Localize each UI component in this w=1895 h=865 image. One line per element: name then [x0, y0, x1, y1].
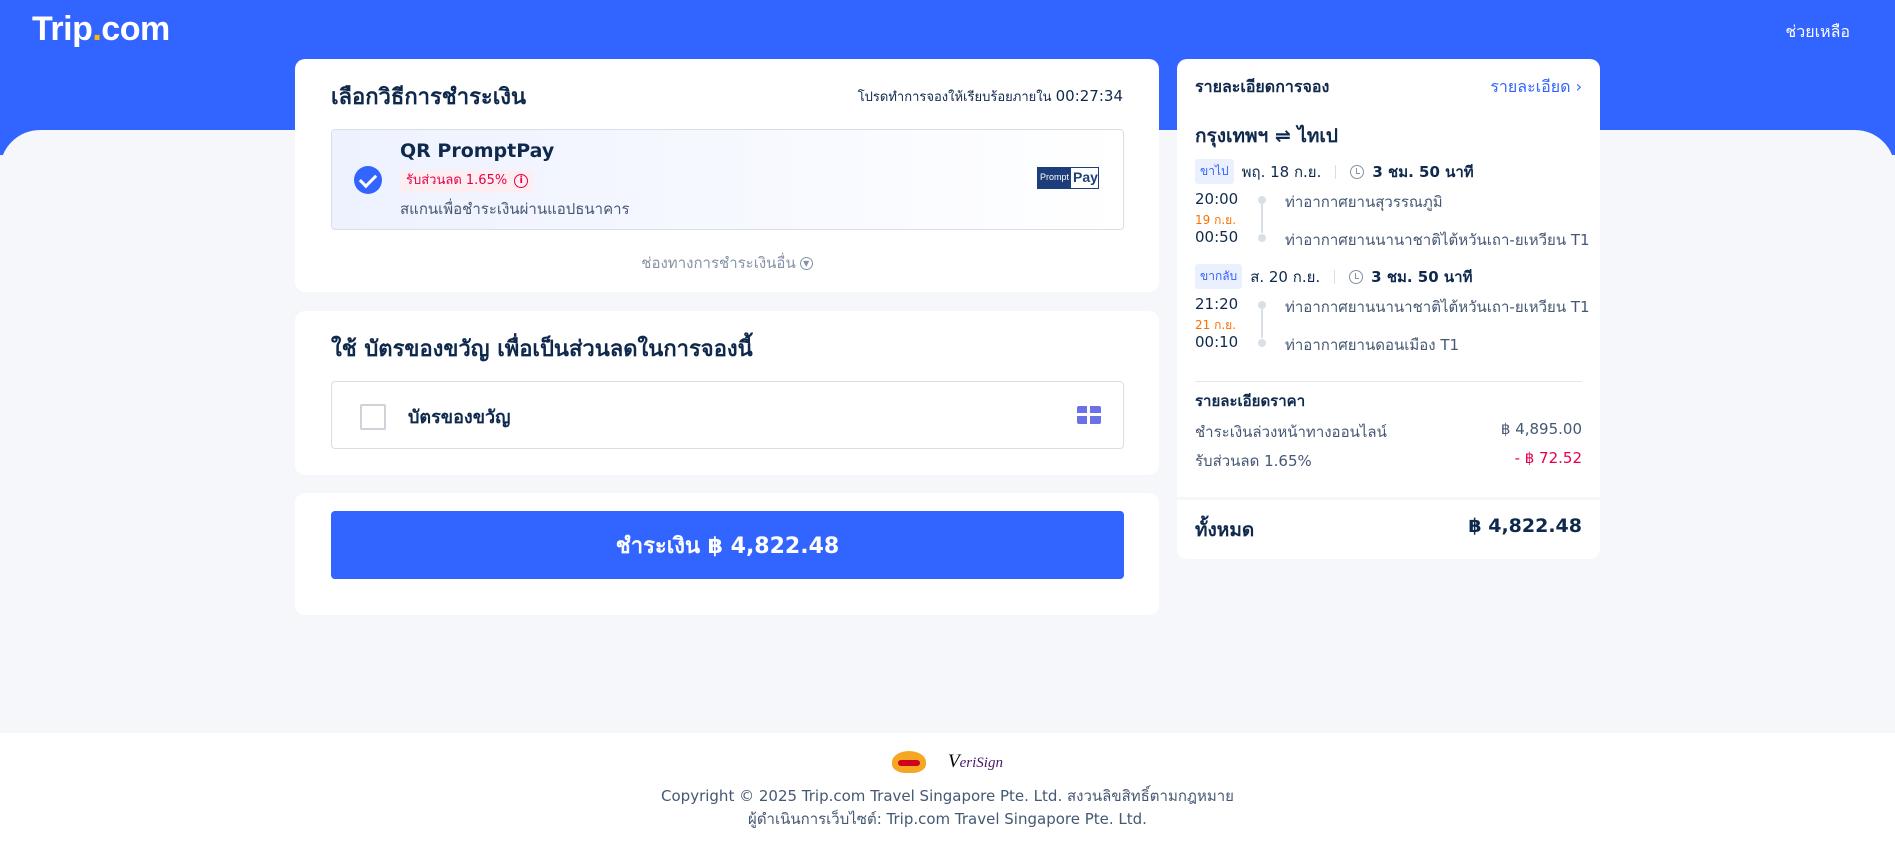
- booking-details-title: รายละเอียดการจอง: [1195, 77, 1330, 96]
- divider: [1195, 381, 1582, 382]
- method-description: สแกนเพื่อชำระเงินผ่านแอปธนาคาร: [400, 200, 630, 218]
- inbound-header: ขากลับ ส. 20 ก.ย. 3 ชม. 50 นาที: [1195, 264, 1472, 289]
- payment-timer: โปรดทำการจองให้เรียบร้อยภายใน 00:27:34: [857, 87, 1123, 105]
- payment-method-card: เลือกวิธีการชำระเงิน โปรดทำการจองให้เรีย…: [295, 59, 1159, 292]
- timeline-line: [1261, 308, 1263, 338]
- gift-card-checkbox[interactable]: [360, 404, 386, 430]
- footer: VeriSign Copyright © 2025 Trip.com Trave…: [0, 733, 1895, 865]
- outbound-tag: ขาไป: [1195, 159, 1234, 184]
- info-icon[interactable]: i: [514, 174, 529, 188]
- price-row: ชำระเงินล่วงหน้าทางออนไลน์฿ 4,895.00: [1195, 420, 1582, 441]
- clock-icon: [1349, 269, 1364, 284]
- route-title: กรุงเทพฯ ⇌ ไทเป: [1195, 125, 1338, 147]
- help-link[interactable]: ช่วยเหลือ: [1785, 20, 1850, 45]
- gift-title: ใช้ บัตรของขวัญ เพื่อเป็นส่วนลดในการจองน…: [331, 337, 753, 362]
- trip-logo[interactable]: Trip.com: [32, 10, 170, 49]
- inbound-departure-time: 21:20: [1195, 295, 1239, 313]
- chevron-down-icon: ▼: [799, 257, 813, 270]
- outbound-arrival-airport: ท่าอากาศยานนานาชาติไต้หวันเถา-ยเหวียน T1: [1285, 231, 1590, 249]
- inbound-arrival-airport: ท่าอากาศยานดอนเมือง T1: [1285, 336, 1460, 354]
- method-name: QR PromptPay: [400, 140, 555, 162]
- gift-card-label: บัตรของขวัญ: [408, 407, 511, 428]
- total-row: ทั้งหมด ฿ 4,822.48: [1195, 515, 1582, 545]
- copyright-text: Copyright © 2025 Trip.com Travel Singapo…: [661, 787, 1234, 805]
- timer-value: 00:27:34: [1055, 87, 1123, 105]
- norton-seal-icon[interactable]: [892, 751, 927, 773]
- inbound-departure-airport: ท่าอากาศยานนานาชาติไต้หวันเถา-ยเหวียน T1: [1285, 298, 1590, 316]
- outbound-departure-time: 20:00: [1195, 190, 1239, 208]
- gift-icon: [1077, 406, 1101, 424]
- discount-badge: รับส่วนลด 1.65% i: [400, 170, 534, 192]
- verisign-logo[interactable]: VeriSign: [948, 751, 1003, 773]
- total-label: ทั้งหมด: [1195, 519, 1255, 541]
- inbound-arrival-time: 00:10: [1195, 333, 1239, 351]
- other-payment-methods-link[interactable]: ช่องทางการชำระเงินอื่น ▼: [295, 251, 1159, 275]
- outbound-departure-airport: ท่าอากาศยานสุวรรณภูมิ: [1285, 193, 1443, 211]
- details-link[interactable]: รายละเอียด ›: [1490, 75, 1582, 100]
- gift-card-section: ใช้ บัตรของขวัญ เพื่อเป็นส่วนลดในการจองน…: [295, 311, 1159, 475]
- gift-card-option[interactable]: บัตรของขวัญ: [331, 381, 1124, 449]
- operator-text: ผู้ดำเนินการเว็บไซต์: Trip.com Travel Si…: [748, 810, 1147, 828]
- submit-card: ชำระเงิน ฿ 4,822.48: [295, 493, 1159, 615]
- timeline-line: [1261, 203, 1263, 233]
- total-value: ฿ 4,822.48: [1468, 515, 1582, 537]
- timeline-dot: [1258, 339, 1266, 347]
- promptpay-logo: Prompt Pay: [1037, 167, 1099, 189]
- timeline-dot: [1258, 234, 1266, 242]
- total-separator: [1177, 497, 1600, 500]
- security-badges: VeriSign: [0, 751, 1895, 773]
- booking-summary: รายละเอียดการจอง รายละเอียด › กรุงเทพฯ ⇌…: [1177, 59, 1600, 559]
- outbound-arrival-time: 00:50: [1195, 228, 1239, 246]
- inbound-tag: ขากลับ: [1195, 264, 1243, 289]
- price-details-title: รายละเอียดราคา: [1195, 392, 1306, 410]
- selected-check-icon[interactable]: [354, 166, 382, 194]
- pay-button[interactable]: ชำระเงิน ฿ 4,822.48: [331, 511, 1124, 579]
- clock-icon: [1350, 164, 1365, 179]
- price-row: รับส่วนลด 1.65% - ฿ 72.52: [1195, 449, 1582, 470]
- outbound-header: ขาไป พฤ. 18 ก.ย. 3 ชม. 50 นาที: [1195, 159, 1474, 184]
- promptpay-option[interactable]: QR PromptPay รับส่วนลด 1.65% i สแกนเพื่อ…: [331, 129, 1124, 230]
- payment-title: เลือกวิธีการชำระเงิน: [331, 85, 527, 110]
